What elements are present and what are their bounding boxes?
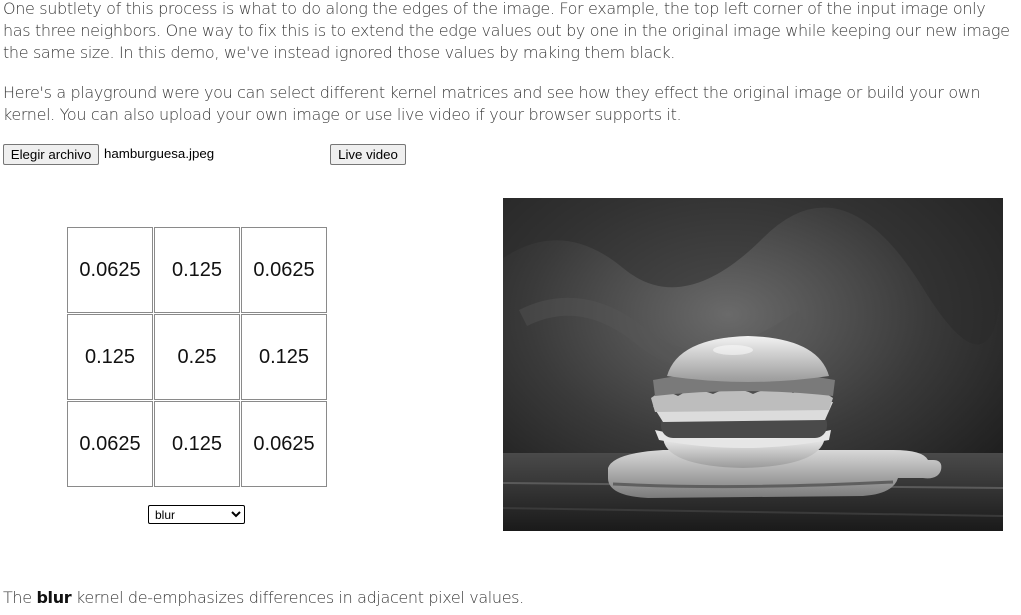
kernel-cell[interactable]: 0.125 (67, 314, 153, 400)
intro-paragraph-playground: Here's a playground were you can select … (3, 83, 981, 124)
live-video-button[interactable]: Live video (330, 144, 406, 165)
kernel-cell[interactable]: 0.0625 (241, 401, 327, 487)
kernel-select[interactable]: blur (148, 505, 245, 524)
kernel-cell[interactable]: 0.25 (154, 314, 240, 400)
explanation-prefix: The (3, 588, 37, 607)
output-image (503, 198, 1003, 531)
kernel-matrix: 0.0625 0.125 0.0625 0.125 0.25 0.125 0.0… (67, 227, 328, 489)
kernel-cell[interactable]: 0.0625 (67, 227, 153, 313)
kernel-explanation: The blur kernel de-emphasizes difference… (3, 587, 1003, 609)
choose-file-button[interactable]: Elegir archivo (3, 144, 99, 165)
file-name-label: hamburguesa.jpeg (104, 146, 215, 161)
kernel-cell[interactable]: 0.0625 (67, 401, 153, 487)
explanation-kernel-name: blur (36, 588, 72, 607)
kernel-cell[interactable]: 0.0625 (241, 227, 327, 313)
intro-paragraph-edges: One subtlety of this process is what to … (3, 0, 1010, 62)
kernel-cell[interactable]: 0.125 (154, 227, 240, 313)
explanation-suffix: kernel de-emphasizes differences in adja… (71, 588, 524, 607)
burger-photo (503, 198, 1003, 531)
kernel-cell[interactable]: 0.125 (154, 401, 240, 487)
kernel-cell[interactable]: 0.125 (241, 314, 327, 400)
